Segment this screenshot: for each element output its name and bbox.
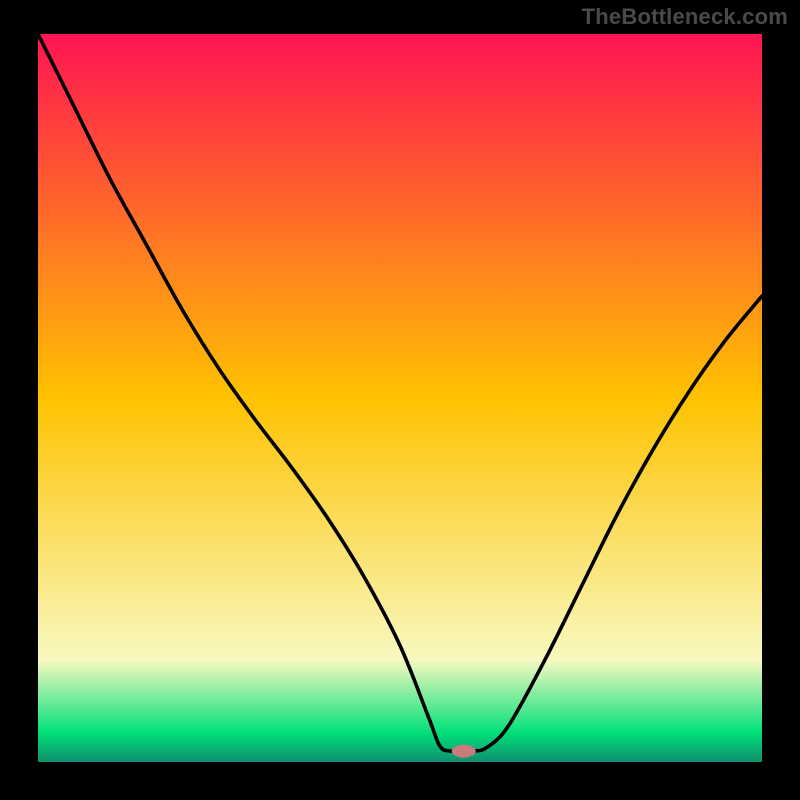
chart-frame: TheBottleneck.com — [0, 0, 800, 800]
gradient-background — [38, 34, 762, 762]
plot-area — [38, 34, 762, 762]
current-position-marker — [452, 745, 476, 758]
watermark-label: TheBottleneck.com — [582, 4, 788, 30]
bottleneck-chart — [38, 34, 762, 762]
